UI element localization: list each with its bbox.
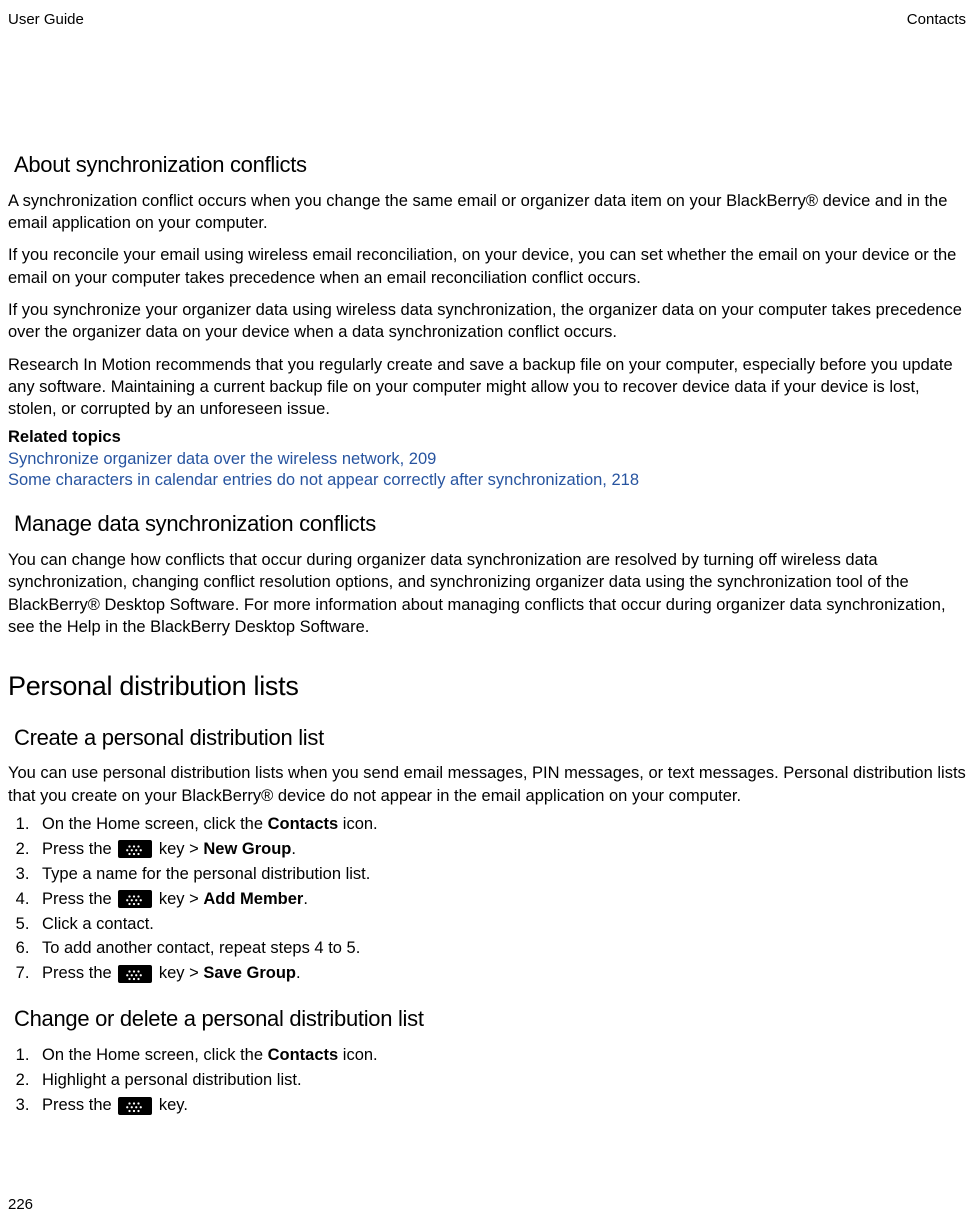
page-number: 226 xyxy=(8,1195,33,1215)
list-item: On the Home screen, click the Contacts i… xyxy=(34,813,966,837)
steps-change-list: On the Home screen, click the Contacts i… xyxy=(34,1044,966,1118)
paragraph: A synchronization conflict occurs when y… xyxy=(8,190,966,235)
link-sync-organizer-data[interactable]: Synchronize organizer data over the wire… xyxy=(8,449,966,470)
list-item: Press the key > Add Member. xyxy=(34,888,966,912)
heading-change-delete-list: Change or delete a personal distribution… xyxy=(14,1004,966,1034)
list-item: Highlight a personal distribution list. xyxy=(34,1069,966,1093)
list-item: To add another contact, repeat steps 4 t… xyxy=(34,937,966,961)
list-item: Press the key > New Group. xyxy=(34,838,966,862)
list-item: Click a contact. xyxy=(34,913,966,937)
list-item: On the Home screen, click the Contacts i… xyxy=(34,1044,966,1068)
paragraph: If you reconcile your email using wirele… xyxy=(8,244,966,289)
related-topics-heading: Related topics xyxy=(8,426,966,448)
header-right: Contacts xyxy=(907,10,966,30)
heading-personal-distribution-lists: Personal distribution lists xyxy=(8,668,966,704)
blackberry-menu-key-icon xyxy=(118,965,152,983)
heading-manage-conflicts: Manage data synchronization conflicts xyxy=(14,509,966,539)
heading-about-sync-conflicts: About synchronization conflicts xyxy=(14,150,966,180)
blackberry-menu-key-icon xyxy=(118,890,152,908)
paragraph: If you synchronize your organizer data u… xyxy=(8,299,966,344)
list-item: Press the key > Save Group. xyxy=(34,962,966,986)
paragraph: You can change how conflicts that occur … xyxy=(8,549,966,638)
paragraph: You can use personal distribution lists … xyxy=(8,762,966,807)
list-item: Type a name for the personal distributio… xyxy=(34,863,966,887)
paragraph: Research In Motion recommends that you r… xyxy=(8,354,966,421)
link-calendar-characters[interactable]: Some characters in calendar entries do n… xyxy=(8,470,966,491)
header: User Guide Contacts xyxy=(8,0,966,30)
heading-create-distribution-list: Create a personal distribution list xyxy=(14,723,966,753)
blackberry-menu-key-icon xyxy=(118,840,152,858)
blackberry-menu-key-icon xyxy=(118,1097,152,1115)
header-left: User Guide xyxy=(8,10,84,30)
list-item: Press the key. xyxy=(34,1094,966,1118)
steps-create-list: On the Home screen, click the Contacts i… xyxy=(34,813,966,986)
